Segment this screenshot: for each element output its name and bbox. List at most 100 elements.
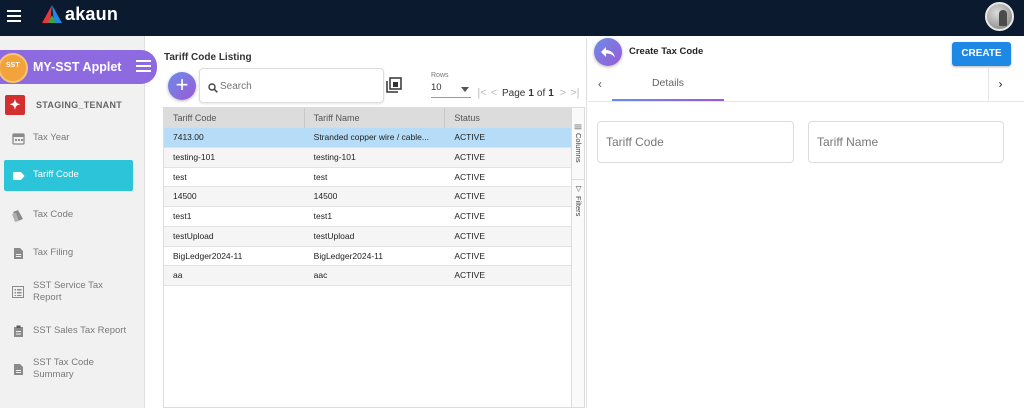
table-row[interactable]: testing-101 testing-101 ACTIVE	[164, 147, 571, 168]
sidebar-item-sst-tax-code-summary[interactable]: SST Tax Code Summary	[4, 354, 133, 384]
filters-tab-label: Filters	[574, 196, 583, 217]
cell-tariff-code: test	[173, 171, 187, 182]
cell-tariff-name: test	[313, 171, 328, 182]
listing-title: Tariff Code Listing	[164, 52, 252, 63]
search-box[interactable]	[199, 68, 384, 103]
previous-page-icon[interactable]: <	[488, 87, 500, 99]
table-row[interactable]: 14500 14500 ACTIVE	[164, 187, 571, 207]
cell-tariff-code: BigLedger2024-11	[173, 250, 243, 261]
chevron-right-icon[interactable]: ›	[988, 68, 1012, 101]
tariff-name-field[interactable]: Tariff Name	[808, 121, 1004, 163]
last-page-icon[interactable]: >|	[569, 87, 581, 99]
cell-status: ACTIVE	[454, 191, 486, 202]
menu-icon[interactable]	[7, 10, 21, 22]
tenant-name: STAGING_TENANT	[36, 100, 123, 110]
sidebar: SST MY-SST Applet ✦ STAGING_TENANT Tax Y…	[0, 36, 157, 408]
sidebar-item-label: Tariff Code	[33, 169, 79, 181]
search-icon	[208, 80, 218, 98]
sidebar-item-label: SST Sales Tax Report	[33, 324, 127, 336]
sidebar-item-tax-filing[interactable]: Tax Filing	[4, 243, 133, 263]
tenant-switcher[interactable]: ✦ STAGING_TENANT	[5, 94, 122, 116]
columns-tool-tab[interactable]: ||| Columns	[572, 124, 585, 176]
sidebar-item-sst-service-tax-report[interactable]: SST Service Tax Report	[4, 277, 133, 307]
table-row[interactable]: testUpload testUpload ACTIVE	[164, 226, 571, 247]
akaun-logo[interactable]: akaun	[42, 4, 118, 24]
page-of-label: of	[536, 87, 546, 99]
table-row[interactable]: test test ACTIVE	[164, 168, 571, 188]
columns-icon: |||	[574, 124, 583, 130]
tariff-code-grid: Tariff Code Tariff Name Status 7413.00 S…	[163, 107, 571, 408]
page-label: Page	[502, 87, 526, 99]
collapse-sidebar-icon[interactable]	[136, 60, 151, 74]
rows-label: Rows	[431, 72, 449, 79]
sidebar-item-label: SST Tax Code Summary	[33, 356, 94, 380]
table-row[interactable]: test1 test1 ACTIVE	[164, 207, 571, 227]
grid-side-toolbar: ||| Columns ▽ Filters	[571, 107, 585, 408]
rows-per-page-select[interactable]: 10	[431, 82, 471, 98]
column-header-tariff-code[interactable]: Tariff Code	[164, 108, 305, 128]
top-app-bar: akaun	[0, 0, 1024, 36]
tenant-logo: ✦	[5, 95, 25, 115]
back-button[interactable]	[594, 38, 622, 66]
tab-details-label: Details	[651, 77, 685, 89]
cell-tariff-code: testing-101	[173, 151, 216, 162]
table-row[interactable]: 7413.00 Stranded copper wire / cable... …	[164, 128, 571, 148]
cell-status: ACTIVE	[454, 250, 486, 261]
sidebar-item-tax-code[interactable]: Tax Code	[4, 205, 133, 225]
chevron-down-icon	[461, 87, 469, 92]
logo-mark-icon	[42, 5, 62, 23]
next-page-icon[interactable]: >	[557, 87, 569, 99]
sidebar-item-label: Tax Code	[33, 208, 74, 220]
cell-tariff-code: testUpload	[173, 230, 214, 241]
page-total: 1	[548, 87, 554, 99]
sidebar-item-tariff-code[interactable]: Tariff Code	[4, 160, 133, 191]
applet-name: MY-SST Applet	[33, 60, 122, 74]
cell-tariff-name: aac	[313, 270, 328, 281]
add-tariff-code-button[interactable]: +	[168, 72, 196, 100]
cell-status: ACTIVE	[454, 171, 486, 182]
tariff-name-field-label: Tariff Name	[817, 135, 879, 149]
create-button[interactable]: CREATE	[952, 42, 1011, 66]
cell-tariff-name: BigLedger2024-11	[313, 250, 383, 261]
filter-icon: ▽	[574, 184, 583, 193]
column-header-status[interactable]: Status	[445, 108, 571, 128]
sidebar-item-label: Tax Filing	[33, 246, 74, 258]
panel-divider	[586, 38, 587, 408]
applet-badge-text: SST	[6, 62, 20, 69]
applet-header[interactable]: SST MY-SST Applet	[0, 50, 157, 84]
cell-status: ACTIVE	[454, 132, 486, 142]
filters-tool-tab[interactable]: ▽ Filters	[572, 184, 585, 230]
logo-text: akaun	[65, 3, 119, 24]
sidebar-item-sst-sales-tax-report[interactable]: SST Sales Tax Report	[4, 321, 133, 341]
search-input[interactable]	[220, 78, 370, 94]
cell-tariff-code: aa	[173, 270, 183, 281]
cell-tariff-name: 14500	[313, 191, 338, 202]
calendar-icon	[11, 131, 25, 145]
cell-tariff-code: 14500	[173, 191, 197, 202]
columns-tab-label: Columns	[574, 132, 583, 163]
sidebar-item-tax-year[interactable]: Tax Year	[4, 128, 133, 148]
first-page-icon[interactable]: |<	[476, 87, 488, 99]
cell-tariff-name: testing-101	[313, 151, 356, 162]
grid-body: 7413.00 Stranded copper wire / cable... …	[164, 128, 571, 286]
table-row[interactable]: aa aac ACTIVE	[164, 266, 571, 286]
rows-per-page-value: 10	[431, 82, 442, 93]
cell-status: ACTIVE	[454, 230, 486, 241]
cell-tariff-name: test1	[313, 211, 333, 221]
detail-tab-bar: ‹ Details ›	[588, 68, 1024, 102]
side-tab-divider	[572, 179, 585, 180]
tab-details[interactable]: Details	[612, 68, 724, 101]
table-row[interactable]: BigLedger2024-11 BigLedger2024-11 ACTIVE	[164, 247, 571, 267]
sidebar-item-label: SST Service Tax Report	[33, 279, 103, 303]
export-icon[interactable]	[386, 77, 402, 93]
tariff-code-field[interactable]: Tariff Code	[597, 121, 794, 163]
cell-tariff-code: 7413.00	[173, 132, 204, 142]
tariff-code-field-label: Tariff Code	[606, 135, 664, 149]
sidebar-item-label: Tax Year	[33, 131, 70, 143]
column-header-tariff-name[interactable]: Tariff Name	[305, 108, 446, 128]
page-current: 1	[528, 87, 534, 99]
cell-tariff-name: testUpload	[313, 230, 355, 241]
price-tags-icon	[11, 208, 25, 222]
user-avatar[interactable]	[985, 2, 1014, 31]
chevron-left-icon[interactable]: ‹	[588, 68, 612, 101]
